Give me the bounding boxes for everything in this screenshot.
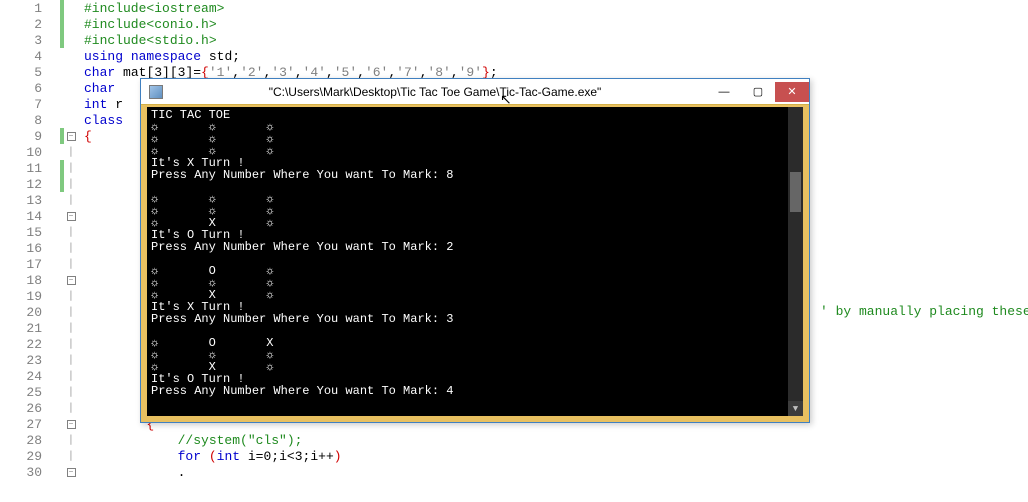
line-number: 10 [0, 145, 60, 160]
fold-gutter: │ [64, 451, 78, 461]
change-indicator [60, 96, 64, 112]
line-number: 6 [0, 81, 60, 96]
code-text[interactable]: int r [78, 97, 123, 112]
line-number: 19 [0, 289, 60, 304]
close-button[interactable]: ✕ [775, 82, 809, 102]
line-number: 18 [0, 273, 60, 288]
line-number: 23 [0, 353, 60, 368]
line-number: 16 [0, 241, 60, 256]
line-number: 3 [0, 33, 60, 48]
line-number: 24 [0, 369, 60, 384]
code-text[interactable]: //system("cls"); [78, 433, 302, 448]
change-indicator [60, 80, 64, 96]
scroll-down-icon[interactable]: ▼ [788, 401, 803, 416]
scroll-thumb[interactable] [790, 172, 801, 212]
fold-gutter: │ [64, 179, 78, 189]
line-number: 4 [0, 49, 60, 64]
code-line[interactable]: 3 #include<stdio.h> [0, 32, 1028, 48]
code-text[interactable]: char [78, 81, 115, 96]
line-number: 27 [0, 417, 60, 432]
line-number: 14 [0, 209, 60, 224]
line-number: 25 [0, 385, 60, 400]
code-text[interactable]: using namespace std; [78, 49, 240, 64]
fold-gutter: │ [64, 291, 78, 301]
fold-gutter: │ [64, 147, 78, 157]
line-number: 1 [0, 1, 60, 16]
code-line[interactable]: 2 #include<conio.h> [0, 16, 1028, 32]
fold-gutter: │ [64, 323, 78, 333]
line-number: 29 [0, 449, 60, 464]
line-number: 21 [0, 321, 60, 336]
change-indicator [60, 48, 64, 64]
code-comment-fragment: ' by manually placing these [820, 304, 1028, 319]
fold-gutter: │ [64, 195, 78, 205]
code-text[interactable] [78, 145, 115, 160]
line-number: 17 [0, 257, 60, 272]
line-number: 20 [0, 305, 60, 320]
code-text[interactable]: { [78, 129, 92, 144]
maximize-button[interactable]: ▢ [741, 82, 775, 102]
fold-gutter[interactable]: − [64, 467, 78, 477]
app-icon [149, 85, 163, 99]
fold-gutter: │ [64, 243, 78, 253]
fold-gutter[interactable]: − [64, 275, 78, 285]
change-indicator [60, 0, 64, 16]
fold-gutter: │ [64, 355, 78, 365]
code-line[interactable]: 30− . [0, 464, 1028, 480]
line-number: 8 [0, 113, 60, 128]
fold-gutter: │ [64, 387, 78, 397]
code-text[interactable]: for (int i=0;i<3;i++) [78, 449, 342, 464]
window-title: "C:\Users\Mark\Desktop\Tic Tac Toe Game\… [163, 85, 707, 99]
fold-gutter: │ [64, 403, 78, 413]
code-text[interactable]: #include<stdio.h> [78, 33, 217, 48]
line-number: 5 [0, 65, 60, 80]
scrollbar[interactable]: ▲ ▼ [788, 107, 803, 416]
code-line[interactable]: 4 using namespace std; [0, 48, 1028, 64]
line-number: 7 [0, 97, 60, 112]
change-indicator [60, 112, 64, 128]
line-number: 2 [0, 17, 60, 32]
line-number: 22 [0, 337, 60, 352]
code-line[interactable]: 29 │ for (int i=0;i<3;i++) [0, 448, 1028, 464]
fold-gutter: │ [64, 371, 78, 381]
titlebar[interactable]: "C:\Users\Mark\Desktop\Tic Tac Toe Game\… [141, 79, 809, 105]
fold-gutter: │ [64, 227, 78, 237]
scroll-track[interactable] [788, 122, 803, 401]
code-text[interactable]: class [78, 113, 123, 128]
fold-gutter: │ [64, 339, 78, 349]
fold-gutter: │ [64, 163, 78, 173]
code-text[interactable]: . [78, 465, 185, 480]
line-number: 28 [0, 433, 60, 448]
line-number: 30 [0, 465, 60, 480]
line-number: 26 [0, 401, 60, 416]
code-line[interactable]: 1 #include<iostream> [0, 0, 1028, 16]
line-number: 15 [0, 225, 60, 240]
fold-gutter: │ [64, 259, 78, 269]
code-text[interactable]: #include<iostream> [78, 1, 224, 16]
fold-gutter[interactable]: − [64, 131, 78, 141]
console-output[interactable]: TIC TAC TOE ☼ ☼ ☼ ☼ ☼ ☼ ☼ ☼ ☼ It's X Tur… [147, 107, 803, 416]
change-indicator [60, 32, 64, 48]
change-indicator [60, 64, 64, 80]
line-number: 12 [0, 177, 60, 192]
fold-gutter: │ [64, 307, 78, 317]
console-window[interactable]: "C:\Users\Mark\Desktop\Tic Tac Toe Game\… [140, 78, 810, 423]
fold-gutter: │ [64, 435, 78, 445]
line-number: 9 [0, 129, 60, 144]
fold-gutter[interactable]: − [64, 211, 78, 221]
change-indicator [60, 16, 64, 32]
code-text[interactable]: #include<conio.h> [78, 17, 217, 32]
line-number: 11 [0, 161, 60, 176]
console-text: TIC TAC TOE ☼ ☼ ☼ ☼ ☼ ☼ ☼ ☼ ☼ It's X Tur… [151, 109, 799, 397]
minimize-button[interactable]: — [707, 82, 741, 102]
line-number: 13 [0, 193, 60, 208]
code-line[interactable]: 28 │ //system("cls"); [0, 432, 1028, 448]
fold-gutter[interactable]: − [64, 419, 78, 429]
